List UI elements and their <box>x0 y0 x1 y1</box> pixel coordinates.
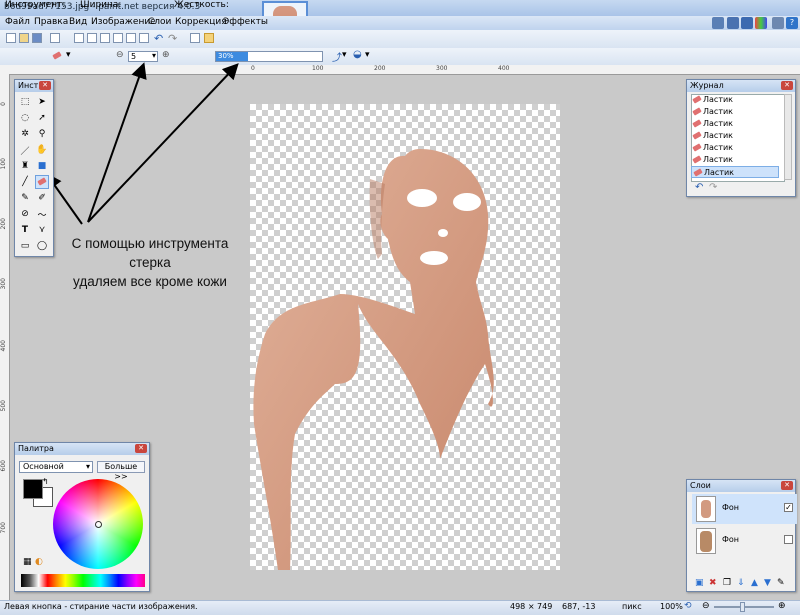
tools-close-icon[interactable]: ✕ <box>39 81 51 90</box>
move-selected-icon[interactable]: ➚ <box>35 111 49 125</box>
zoom-in-icon[interactable]: ⊕ <box>778 601 786 611</box>
color-wheel[interactable] <box>53 479 143 569</box>
tools-panel: Инст... ✕ ⬚ ➤ ◌ ➚ ✲ ⚲ ／ ✋ ♜ ■ ╱ ✎ ✐ ⊘ 〜 … <box>14 79 54 257</box>
palette-more-button[interactable]: Больше >> <box>97 461 145 481</box>
paint-bucket-icon[interactable]: ♜ <box>18 159 32 173</box>
status-hint: Левая кнопка - стирание части изображени… <box>4 602 198 611</box>
pencil-icon[interactable]: ╱ <box>18 175 32 189</box>
text-icon[interactable]: T <box>18 223 32 237</box>
cursor-coords: 687, -13 <box>562 602 596 611</box>
layer-visibility-checkbox[interactable]: ✓ <box>784 503 793 512</box>
zoom-out-icon[interactable]: ⊖ <box>702 601 710 611</box>
layers-panel: Слои ✕ Фон ✓ Фон ▣ ✖ ❐ ⇓ ▲ ▼ ✎ <box>686 479 797 592</box>
history-close-icon[interactable]: ✕ <box>781 81 793 90</box>
clone-stamp-icon[interactable]: ✎ <box>18 191 32 205</box>
move-layer-up-icon[interactable]: ▲ <box>751 578 758 588</box>
layer-properties-icon[interactable]: ✎ <box>777 578 785 588</box>
lasso-icon[interactable]: ◌ <box>18 111 32 125</box>
layer-thumbnail <box>696 528 716 554</box>
zoom-fit-icon[interactable]: ⟲ <box>684 601 692 611</box>
shapes-rect-icon[interactable]: ▭ <box>18 239 32 253</box>
layer-thumbnail <box>696 496 716 522</box>
rect-select-icon[interactable]: ⬚ <box>18 95 32 109</box>
primary-color-swatch[interactable] <box>23 479 43 499</box>
line-curve-icon[interactable]: 〜 <box>35 207 49 221</box>
gradient-icon[interactable]: ■ <box>35 159 49 173</box>
units-select[interactable]: пикс <box>622 602 642 611</box>
shapes-icon[interactable]: ⋎ <box>35 223 49 237</box>
layer-row-selected[interactable]: Фон ✓ <box>692 494 797 524</box>
shapes-ellipse-icon[interactable]: ◯ <box>35 239 49 253</box>
zoom-value[interactable]: 100% <box>660 602 683 611</box>
history-item[interactable]: Ластик <box>691 154 779 166</box>
history-item[interactable]: Ластик <box>691 142 779 154</box>
palette-mode-select[interactable]: Основной ▾ <box>19 461 93 473</box>
eraser-icon[interactable] <box>35 175 49 189</box>
history-redo-icon[interactable]: ↷ <box>709 182 717 193</box>
palette-menu-icon[interactable]: ▦ <box>23 557 32 567</box>
magic-wand-icon[interactable]: ✲ <box>18 127 32 141</box>
palette-swatches[interactable] <box>21 574 145 587</box>
merge-layer-icon[interactable]: ⇓ <box>737 578 745 588</box>
add-layer-icon[interactable]: ▣ <box>695 578 704 588</box>
paint-brush-icon[interactable]: ／ <box>18 143 32 157</box>
history-item[interactable]: Ластик <box>691 94 779 106</box>
move-layer-down-icon[interactable]: ▼ <box>764 578 771 588</box>
duplicate-layer-icon[interactable]: ❐ <box>723 578 731 588</box>
delete-layer-icon[interactable]: ✖ <box>709 578 717 588</box>
swap-colors-icon[interactable]: ↰ <box>42 477 49 486</box>
color-picker-icon[interactable]: ✐ <box>35 191 49 205</box>
palette-options-icon[interactable]: ◐ <box>35 557 43 567</box>
history-scrollbar[interactable] <box>784 94 792 180</box>
history-panel: Журнал ✕ Ластик Ластик Ластик Ластик Лас… <box>686 79 796 197</box>
zoom-icon[interactable]: ⚲ <box>35 127 49 141</box>
move-selection-icon[interactable]: ➤ <box>35 95 49 109</box>
palette-mode-dropdown-icon[interactable]: ▾ <box>86 462 90 472</box>
layer-visibility-checkbox[interactable] <box>784 535 793 544</box>
layer-row[interactable]: Фон <box>692 526 797 556</box>
image-size: 498 × 749 <box>510 602 553 611</box>
zoom-slider-thumb[interactable] <box>740 602 745 612</box>
layers-close-icon[interactable]: ✕ <box>781 481 793 490</box>
history-item[interactable]: Ластик <box>691 130 779 142</box>
history-undo-icon[interactable]: ↶ <box>695 182 703 193</box>
history-item[interactable]: Ластик <box>691 106 779 118</box>
pan-icon[interactable]: ✋ <box>35 143 49 157</box>
palette-close-icon[interactable]: ✕ <box>135 444 147 453</box>
palette-panel: Палитра ✕ Основной ▾ Больше >> ↰ ▦ ◐ <box>14 442 150 592</box>
history-item[interactable]: Ластик <box>691 118 779 130</box>
history-item-selected[interactable]: Ластик <box>691 166 779 178</box>
recolor-icon[interactable]: ⊘ <box>18 207 32 221</box>
